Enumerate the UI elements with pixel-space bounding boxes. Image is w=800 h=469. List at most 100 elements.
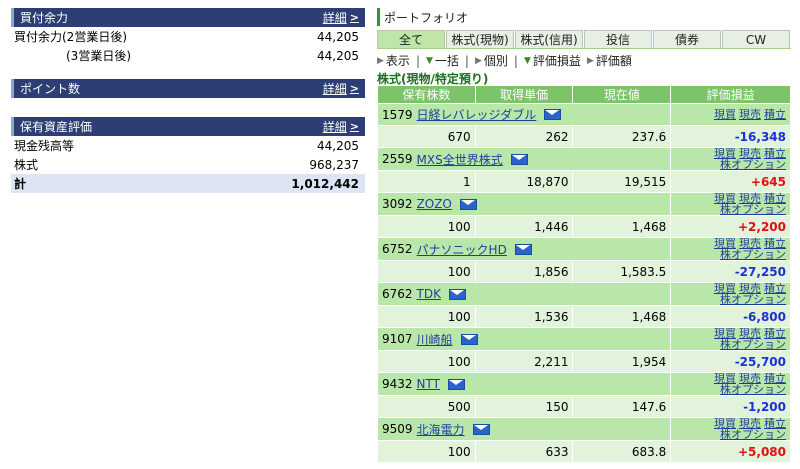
buying-power-detail-link[interactable]: 詳細 >	[323, 9, 359, 26]
holding-price: 1,468	[572, 305, 672, 328]
holding-name-row: 9509 北海電力 現買 現売 積立 株オプション	[376, 417, 791, 441]
mail-icon[interactable]	[447, 378, 465, 390]
holding-price: 1,583.5	[572, 260, 672, 283]
tab-stock-cash[interactable]: 株式(現物)	[446, 30, 514, 48]
holding-name-link[interactable]: 川崎船	[417, 331, 453, 348]
tab-cw[interactable]: CW	[722, 30, 790, 48]
holding-name-link[interactable]: 北海電力	[417, 421, 465, 438]
holding-cost: 18,870	[474, 170, 574, 193]
col-cost: 取得単価	[474, 85, 574, 104]
chevron-right-icon: >	[349, 120, 359, 133]
trade-links-cell: 現買 現売 積立	[670, 103, 791, 126]
mail-icon[interactable]	[460, 333, 478, 345]
row-value: 44,205	[317, 29, 359, 44]
separator: |	[513, 53, 518, 68]
separator: |	[464, 53, 469, 68]
assets-row: 現金残高等 44,205	[11, 136, 365, 155]
sell-link[interactable]: 現売	[739, 108, 761, 121]
mail-icon[interactable]	[459, 198, 477, 210]
holding-name-row: 9107 川崎船 現買 現売 積立 株オプション	[376, 327, 791, 351]
total-value: 1,012,442	[291, 176, 359, 191]
row-value: 968,237	[309, 157, 359, 172]
col-price: 現在値	[572, 85, 672, 104]
holding-symbol-cell: 9509 北海電力	[376, 417, 672, 441]
holding-cost: 150	[474, 395, 574, 418]
stock-option-link[interactable]: 株オプション	[720, 383, 786, 396]
buy-link[interactable]: 現買	[714, 108, 736, 121]
buying-power-row: 買付余力(2営業日後) 44,205	[11, 27, 365, 46]
holding-name-link[interactable]: NTT	[417, 377, 440, 391]
holdings-body: 1579 日経レバレッジダブル 現買 現売 積立 670 262 237.6 -16,348 25…	[376, 103, 791, 463]
holding-pl: -27,250	[670, 260, 791, 283]
holding-name-link[interactable]: ZOZO	[417, 197, 452, 211]
points-title: ポイント数	[20, 82, 81, 96]
mail-icon[interactable]	[514, 243, 532, 255]
triangle-down-icon: ▼	[425, 55, 433, 66]
holding-code: 6762	[382, 287, 413, 301]
holding-code: 9509	[382, 422, 413, 436]
pl-amount-text: 評価額	[595, 54, 632, 68]
tab-bonds[interactable]: 債券	[653, 30, 721, 48]
total-label: 計	[14, 177, 27, 191]
assets-detail-link[interactable]: 詳細 >	[323, 118, 359, 135]
holding-qty: 100	[377, 440, 476, 463]
pl-amount-toggle[interactable]: ▶ 評価額	[587, 52, 632, 69]
holding-code: 6752	[382, 242, 413, 256]
mail-icon[interactable]	[472, 423, 490, 435]
buying-power-title: 買付余力	[20, 11, 69, 25]
holding-name-link[interactable]: 日経レバレッジダブル	[417, 106, 537, 123]
bulk-toggle[interactable]: ▼ 一括	[426, 52, 459, 69]
separator: |	[415, 53, 420, 68]
stock-option-link[interactable]: 株オプション	[720, 338, 786, 351]
holding-name-link[interactable]: TDK	[417, 287, 441, 301]
holding-pl: -1,200	[670, 395, 791, 418]
mail-icon[interactable]	[544, 109, 562, 120]
pl-toggle[interactable]: ▼ 評価損益	[524, 52, 581, 69]
holding-cost: 1,856	[474, 260, 574, 283]
holding-name-row: 9432 NTT 現買 現売 積立 株オプション	[376, 372, 791, 396]
holding-pl: -6,800	[670, 305, 791, 328]
trade-links-cell: 現買 現売 積立 株オプション	[670, 237, 791, 261]
tab-funds[interactable]: 投信	[584, 30, 652, 48]
detail-label: 詳細	[322, 11, 347, 25]
tab-stock-margin[interactable]: 株式(信用)	[515, 30, 583, 48]
holding-price: 147.6	[572, 395, 672, 418]
detail-label: 詳細	[322, 82, 347, 96]
holding-qty: 500	[377, 395, 476, 418]
tab-all[interactable]: 全て	[377, 30, 445, 48]
row-label: 現金残高等	[14, 139, 75, 153]
holding-symbol-cell: 9432 NTT	[376, 372, 672, 396]
stock-option-link[interactable]: 株オプション	[720, 248, 786, 261]
stock-option-link[interactable]: 株オプション	[720, 293, 786, 306]
portfolio-tabs: 全て 株式(現物) 株式(信用) 投信 債券 CW	[377, 30, 791, 49]
row-value: 44,205	[317, 48, 359, 63]
holding-name-link[interactable]: MXS全世界株式	[417, 151, 503, 168]
holding-qty: 100	[377, 305, 476, 328]
mail-icon[interactable]	[449, 288, 466, 300]
holding-cost: 2,211	[474, 350, 574, 373]
trade-links-cell: 現買 現売 積立 株オプション	[670, 147, 791, 171]
trade-links-cell: 現買 現売 積立 株オプション	[670, 327, 791, 351]
stock-option-link[interactable]: 株オプション	[720, 203, 786, 216]
individual-toggle[interactable]: ▶ 個別	[475, 52, 508, 69]
holding-code: 3092	[382, 197, 413, 211]
holding-pl: +5,080	[670, 440, 791, 463]
row-label: (3営業日後)	[66, 49, 131, 63]
holding-qty: 100	[377, 215, 476, 238]
stock-option-link[interactable]: 株オプション	[720, 428, 786, 441]
holding-symbol-cell: 2559 MXS全世界株式	[376, 147, 672, 171]
holding-name-link[interactable]: パナソニックHD	[417, 241, 507, 258]
tsumitate-link[interactable]: 積立	[764, 108, 786, 121]
stock-option-link[interactable]: 株オプション	[720, 158, 786, 171]
holding-name-row: 6752 パナソニックHD 現買 現売 積立 株オプション	[376, 237, 791, 261]
holding-value-row: 1 18,870 19,515 +645	[377, 170, 791, 193]
bulk-text: 一括	[434, 54, 459, 68]
holding-name-row: 2559 MXS全世界株式 現買 現売 積立 株オプション	[376, 147, 791, 171]
holdings-table: 保有株数 取得単価 現在値 評価損益 1579 日経レバレッジダブル 現買 現売 積立 6…	[376, 85, 791, 463]
holding-qty: 100	[377, 260, 476, 283]
holding-cost: 262	[474, 125, 574, 148]
triangle-right-icon: ▶	[586, 55, 594, 66]
points-detail-link[interactable]: 詳細 >	[323, 80, 359, 97]
mail-icon[interactable]	[510, 153, 528, 165]
holding-code: 9107	[382, 332, 413, 346]
